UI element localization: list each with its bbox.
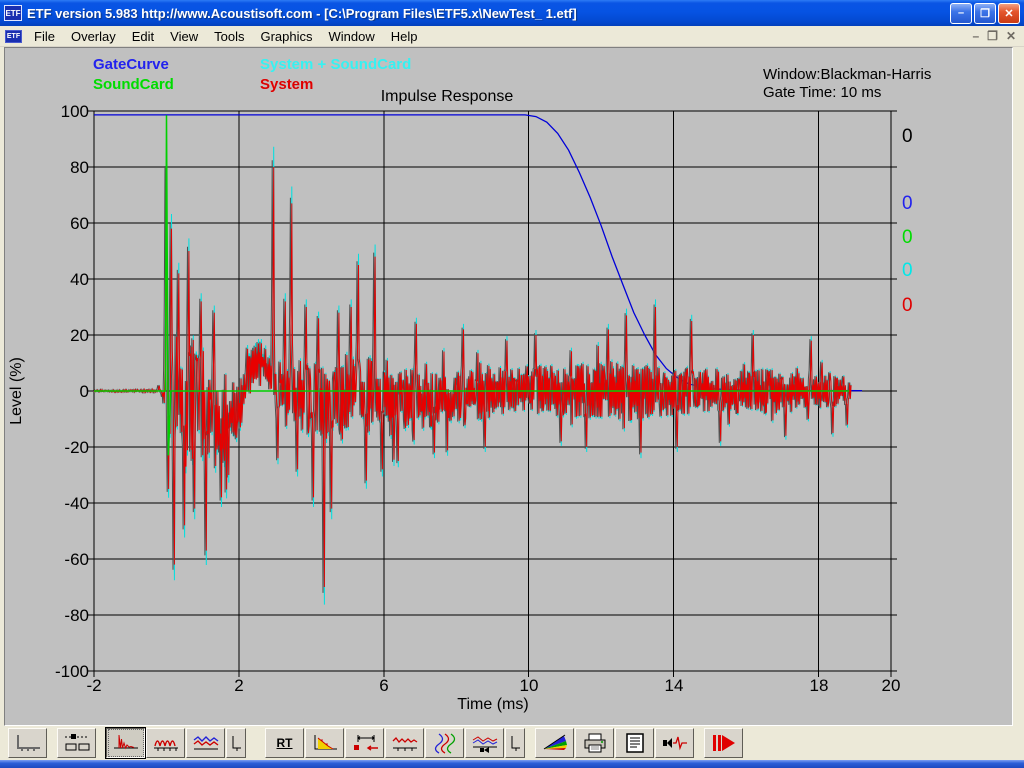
toolbar-frequency-sines-button[interactable] (146, 728, 185, 758)
x-tick-14: 14 (664, 676, 684, 695)
y-tick-0: 0 (79, 382, 89, 401)
panels-settings-icon (64, 734, 89, 751)
menu-edit[interactable]: Edit (124, 27, 162, 46)
small-axis-a-icon (232, 736, 241, 751)
offset-marker-blue: 0 (902, 193, 913, 214)
overlay-curves-icon (193, 736, 218, 750)
bottom-toolbar: RT (0, 726, 1024, 760)
title-bar: ETF ETF version 5.983 http://www.Acousti… (0, 0, 1024, 26)
printer-icon (584, 733, 605, 753)
toolbar-rt60-button[interactable]: RT (265, 728, 304, 758)
menu-window[interactable]: Window (321, 27, 383, 46)
small-axis-b-icon (511, 736, 520, 751)
graph-axis-icon (16, 735, 40, 751)
toolbar-gate-markers-button[interactable] (345, 728, 384, 758)
rgb-sines-icon (434, 733, 455, 754)
toolbar-overlay-curves-button[interactable] (186, 728, 225, 758)
rt60-icon: RT (276, 736, 293, 750)
close-button[interactable]: ✕ (998, 2, 1020, 24)
toolbar-energy-decay-button[interactable] (305, 728, 344, 758)
y-tick-n60: -60 (64, 550, 89, 569)
energy-decay-icon (314, 735, 337, 750)
speaker-pulse-icon (662, 736, 687, 751)
legend-system-soundcard: System + SoundCard (260, 56, 412, 73)
toolbar-rgb-sines-button[interactable] (425, 728, 464, 758)
menu-file[interactable]: File (26, 27, 63, 46)
x-tick-2: 2 (234, 676, 244, 695)
taskbar-edge (0, 760, 1024, 768)
menu-bar: ETF File Overlay Edit View Tools Graphic… (0, 26, 1024, 47)
window-title: ETF version 5.983 http://www.Acoustisoft… (27, 5, 577, 21)
y-tick-100: 100 (60, 102, 89, 121)
y-tick-40: 40 (70, 270, 89, 289)
y-axis-label: Level (%) (8, 357, 25, 425)
toolbar-notes-document-button[interactable] (615, 728, 654, 758)
toolbar-print-button[interactable] (575, 728, 614, 758)
x-tick-n2: -2 (86, 676, 102, 695)
wavy-response-icon (392, 737, 417, 751)
mdi-close-button[interactable]: ✕ (1006, 29, 1016, 43)
offset-marker-cyan: 0 (902, 260, 913, 281)
gate-markers-icon (353, 735, 378, 751)
impulse-response-plot[interactable] (5, 48, 1012, 725)
menu-overlay[interactable]: Overlay (63, 27, 124, 46)
toolbar-impulse-response-button[interactable] (105, 727, 146, 759)
toolbar-wavy-response-button[interactable] (385, 728, 424, 758)
menu-help[interactable]: Help (383, 27, 426, 46)
y-tick-n20: -20 (64, 438, 89, 457)
impulse-response-icon (107, 729, 144, 757)
toolbar-measure-run-button[interactable] (704, 728, 743, 758)
window-function-label: Window:Blackman-Harris (763, 66, 932, 83)
mdi-system-icon[interactable]: ETF (5, 29, 22, 43)
chart-title: Impulse Response (380, 88, 514, 105)
x-tick-6: 6 (379, 676, 389, 695)
mdi-minimize-button[interactable]: – (972, 29, 979, 43)
menu-view[interactable]: View (162, 27, 206, 46)
toolbar-small-axis-b-button[interactable] (505, 728, 525, 758)
legend-gatecurve: GateCurve (93, 56, 169, 73)
x-axis-label: Time (ms) (457, 696, 529, 713)
toolbar-speaker-pulse-button[interactable] (655, 728, 694, 758)
x-tick-10: 10 (519, 676, 539, 695)
app-icon: ETF (4, 5, 22, 21)
toolbar-speaker-graph-button[interactable] (465, 728, 504, 758)
x-tick-18: 18 (809, 676, 829, 695)
document-icon (625, 733, 644, 753)
minimize-button[interactable]: – (950, 2, 972, 24)
speaker-graph-icon (472, 736, 497, 753)
offset-marker-red: 0 (902, 295, 913, 316)
y-tick-n40: -40 (64, 494, 89, 513)
offset-marker-green: 0 (902, 227, 913, 248)
toolbar-waterfall-wedge-button[interactable] (535, 728, 574, 758)
waterfall-wedge-icon (543, 734, 567, 750)
menu-tools[interactable]: Tools (206, 27, 252, 46)
x-tick-20: 20 (881, 676, 901, 695)
mdi-restore-button[interactable]: ❐ (987, 29, 998, 43)
restore-button[interactable]: ❐ (974, 2, 996, 24)
y-tick-20: 20 (70, 326, 89, 345)
frequency-sines-icon (153, 740, 178, 751)
offset-marker-black: 0 (902, 126, 913, 147)
toolbar-small-axis-a-button[interactable] (226, 728, 246, 758)
toolbar-panels-settings-button[interactable] (57, 728, 96, 758)
y-tick-80: 80 (70, 158, 89, 177)
toolbar-graph-axis-button[interactable] (8, 728, 47, 758)
y-tick-n80: -80 (64, 606, 89, 625)
menu-graphics[interactable]: Graphics (252, 27, 320, 46)
run-measurement-icon (712, 735, 735, 751)
chart-panel: GateCurve SoundCard System + SoundCard S… (4, 47, 1013, 726)
y-tick-60: 60 (70, 214, 89, 233)
